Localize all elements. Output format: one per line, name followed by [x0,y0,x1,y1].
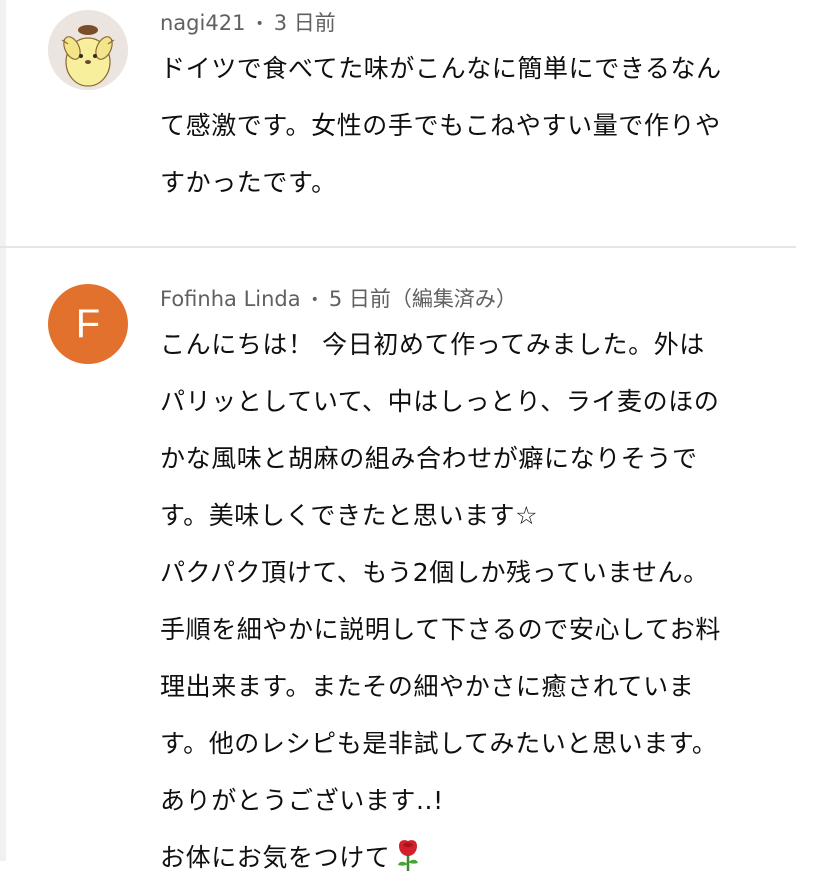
comment-line: す。美味しくできたと思います☆ [160,501,539,530]
comment-line: す。他のレシピも是非試してみたいと思います。 [160,729,718,758]
comment-meta: nagi421 • 3 日前 [160,8,336,39]
avatar[interactable]: F [48,284,128,364]
comment-text: こんにちは！ 今日初めて作ってみました。外は パリッとしていて、中はしっとり、ラ… [160,316,790,892]
comment-line: ドイツで食べてた味がこんなに簡単にできるなん [160,54,722,83]
comment-item: F Fofinha Linda • 5 日前（編集済み） こんにちは！ 今日初めて作… [0,248,828,872]
author-name[interactable]: nagi421 [160,11,245,35]
avatar-letter: F [75,301,101,346]
comment-line: お体にお気をつけて [160,843,391,872]
comment-time[interactable]: 3 日前 [274,11,336,35]
comment-item: nagi421 • 3 日前 ドイツで食べてた味がこんなに簡単にできるなん て感激で… [0,0,828,246]
comment-line: 理出来ます。またその細やかさに癒されていま [160,672,695,701]
comment-line: こんにちは！ 今日初めて作ってみました。外は [160,330,705,359]
comment-line: て感激です。女性の手でもこねやすい量で作りや [160,111,721,140]
meta-separator: • [255,16,264,32]
avatar[interactable] [48,10,128,90]
comment-line: すかったです。 [160,168,337,197]
comment-text: ドイツで食べてた味がこんなに簡単にできるなん て感激です。女性の手でもこねやすい… [160,40,790,211]
meta-separator: • [310,292,319,308]
author-name[interactable]: Fofinha Linda [160,287,301,311]
rose-icon [394,835,422,892]
comment-line: ありがとうございます..! [160,786,444,815]
pompompurin-avatar-icon [48,10,128,90]
comment-meta: Fofinha Linda • 5 日前（編集済み） [160,284,517,315]
comment-time[interactable]: 5 日前（編集済み） [329,287,517,311]
comment-line: パリッとしていて、中はしっとり、ライ麦のほの [160,387,720,416]
comment-line: 手順を細やかに説明して下さるので安心してお料 [160,615,721,644]
comment-line: パクパク頂けて、もう2個しか残っていません。 [160,558,709,587]
comment-line: かな風味と胡麻の組み合わせが癖になりそうで [160,444,698,473]
